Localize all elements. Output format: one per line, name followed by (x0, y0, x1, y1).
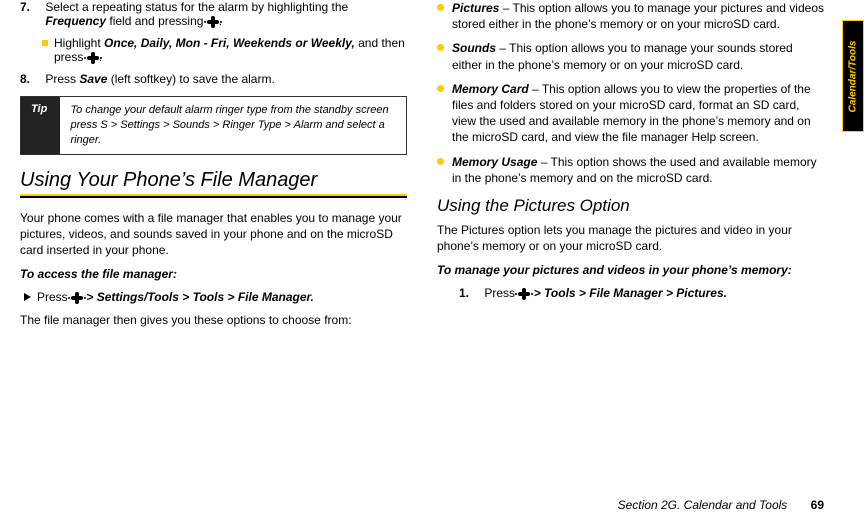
heading-pictures-option: Using the Pictures Option (437, 196, 824, 216)
feature-body: Sounds – This option allows you to manag… (452, 40, 824, 72)
paragraph: The Pictures option lets you manage the … (437, 222, 824, 254)
step-number: 8. (20, 72, 42, 86)
feature-body: Memory Usage – This option shows the use… (452, 154, 824, 186)
text: Select a repeating status for the alarm … (45, 0, 348, 14)
footer-section: Section 2G. Calendar and Tools (618, 498, 788, 512)
text: (left softkey) to save the alarm. (107, 72, 274, 86)
feature-pictures: Pictures – This option allows you to man… (437, 0, 824, 32)
step-body: Press > Settings/Tools > Tools > File Ma… (37, 290, 314, 304)
square-bullet-icon (42, 40, 48, 46)
footer-page-number: 69 (811, 498, 824, 512)
circle-bullet-icon (437, 85, 444, 92)
triangle-bullet-icon (24, 293, 31, 301)
text: – This option allows you to manage your … (452, 41, 793, 71)
right-column: Pictures – This option allows you to man… (437, 0, 824, 470)
feature-title: Sounds (452, 41, 496, 55)
step-body: Select a repeating status for the alarm … (45, 0, 406, 28)
heading-file-manager: Using Your Phone’s File Manager (20, 169, 407, 192)
nav-key-icon (207, 16, 219, 28)
nav-key-icon (87, 52, 99, 64)
procedure-lead: To access the file manager: (20, 266, 407, 282)
feature-title: Pictures (452, 1, 499, 15)
page-columns: 7. Select a repeating status for the ala… (0, 0, 864, 470)
circle-bullet-icon (437, 4, 444, 11)
circle-bullet-icon (437, 44, 444, 51)
save-softkey-label: Save (79, 72, 107, 86)
left-column: 7. Select a repeating status for the ala… (20, 0, 407, 470)
procedure-step: Press > Settings/Tools > Tools > File Ma… (24, 290, 407, 304)
menu-path: > Settings/Tools > Tools > File Manager. (83, 290, 314, 304)
text: Press (37, 290, 71, 304)
step-7-sub: Highlight Once, Daily, Mon - Fri, Weeken… (42, 36, 407, 64)
procedure-lead: To manage your pictures and videos in yo… (437, 262, 824, 278)
menu-path: > Tools > File Manager > Pictures. (530, 286, 727, 300)
text: Press (45, 72, 79, 86)
feature-memory-card: Memory Card – This option allows you to … (437, 81, 824, 146)
step-7: 7. Select a repeating status for the ala… (20, 0, 407, 28)
circle-bullet-icon (437, 158, 444, 165)
tip-callout: Tip To change your default alarm ringer … (20, 96, 407, 155)
feature-memory-usage: Memory Usage – This option shows the use… (437, 154, 824, 186)
heading-rule (20, 194, 407, 198)
text: field and pressing (106, 14, 207, 28)
nav-key-icon (71, 292, 83, 304)
frequency-field-label: Frequency (45, 14, 106, 28)
feature-body: Memory Card – This option allows you to … (452, 81, 824, 146)
paragraph: The file manager then gives you these op… (20, 312, 407, 328)
feature-title: Memory Card (452, 82, 529, 96)
text: Press (484, 286, 518, 300)
tip-label: Tip (21, 97, 60, 154)
step-number: 7. (20, 0, 42, 14)
feature-body: Pictures – This option allows you to man… (452, 0, 824, 32)
frequency-options: Once, Daily, Mon - Fri, Weekends or Week… (104, 36, 355, 50)
side-tab: Calendar/Tools (842, 20, 864, 132)
step-number: 1. (459, 286, 481, 300)
paragraph: Your phone comes with a file manager tha… (20, 210, 407, 259)
step-body: Press > Tools > File Manager > Pictures. (484, 286, 823, 300)
page-footer: Section 2G. Calendar and Tools 69 (0, 498, 824, 512)
step-body: Press Save (left softkey) to save the al… (45, 72, 406, 86)
feature-title: Memory Usage (452, 155, 537, 169)
step-1: 1. Press > Tools > File Manager > Pictur… (459, 286, 824, 300)
text: Highlight (54, 36, 104, 50)
tip-body: To change your default alarm ringer type… (60, 97, 406, 154)
side-tab-label: Calendar/Tools (848, 40, 859, 112)
nav-key-icon (518, 288, 530, 300)
feature-sounds: Sounds – This option allows you to manag… (437, 40, 824, 72)
sub-body: Highlight Once, Daily, Mon - Fri, Weeken… (54, 36, 407, 64)
text: – This option allows you to manage your … (452, 1, 824, 31)
step-8: 8. Press Save (left softkey) to save the… (20, 72, 407, 86)
